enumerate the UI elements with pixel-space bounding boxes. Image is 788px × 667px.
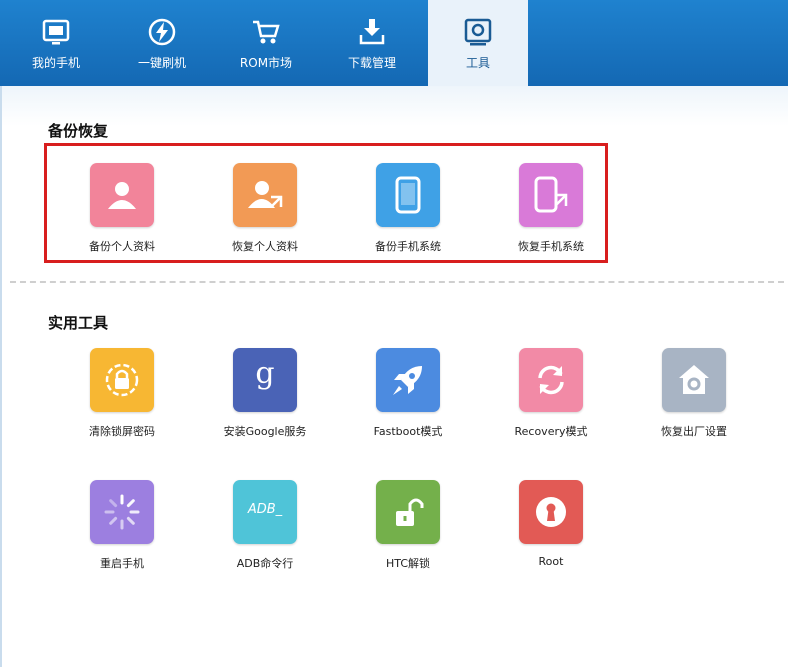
tool-label: 恢复个人资料 [232,240,298,253]
tab-tools[interactable]: 工具 [428,0,528,86]
tool-icon-tile [519,163,583,227]
terminal-adb-icon: ADB_ [247,502,283,517]
flash-icon [148,18,176,46]
tool-label: 恢复手机系统 [518,240,584,253]
window-left-border [0,86,2,667]
tool-icon-tile [376,163,440,227]
tool-label: 安装Google服务 [223,425,307,438]
tool-adb-command-line[interactable]: ADB_ ADB命令行 [195,480,335,590]
tool-icon-tile [90,163,154,227]
tab-rom-market[interactable]: ROM市场 [216,0,316,86]
tool-label: Fastboot模式 [373,425,443,438]
tab-my-phone[interactable]: 我的手机 [6,0,106,86]
phone-icon [395,176,421,214]
tab-label: ROM市场 [239,56,293,70]
tool-icon-tile [233,163,297,227]
section-divider [10,281,784,283]
phone-restore-icon [534,176,568,213]
tool-label: 备份个人资料 [89,240,155,253]
tool-clear-lock-password[interactable]: 清除锁屏密码 [52,348,192,458]
tab-label: 工具 [465,56,490,70]
person-restore-icon [248,181,283,208]
tool-icon-tile [519,348,583,412]
tab-label: 我的手机 [31,56,80,70]
tool-reboot-phone[interactable]: 重启手机 [52,480,192,590]
shopping-cart-icon [253,20,280,44]
tab-label: 一键刷机 [137,56,186,70]
lock-clock-icon [105,363,139,397]
tab-one-click-flash[interactable]: 一键刷机 [112,0,212,86]
tool-icon-tile [90,348,154,412]
google-g-icon: g [255,356,275,391]
toolbox-icon [464,18,492,46]
tool-htc-unlock[interactable]: HTC解锁 [338,480,478,590]
tool-fastboot-mode[interactable]: Fastboot模式 [338,348,478,458]
tool-label: Recovery模式 [514,425,588,438]
tool-factory-reset[interactable]: 恢复出厂设置 [624,348,764,458]
download-icon [359,19,385,45]
tool-restore-phone-system[interactable]: 恢复手机系统 [481,163,621,273]
loading-spinner-icon [104,494,140,530]
tool-label: ADB命令行 [236,557,294,570]
home-gear-icon [679,365,709,394]
refresh-icon [538,365,564,395]
tool-root[interactable]: Root [481,480,621,590]
person-icon [108,182,136,209]
tool-icon-tile [376,348,440,412]
tool-restore-personal-data[interactable]: 恢复个人资料 [195,163,335,273]
tool-backup-phone-system[interactable]: 备份手机系统 [338,163,478,273]
top-nav-bar: 我的手机 一键刷机 ROM市场 下载管理 工具 [0,0,788,86]
section-title-utilities: 实用工具 [48,314,109,332]
tool-icon-tile [90,480,154,544]
tool-icon-tile [519,480,583,544]
tool-icon-tile: ADB_ [233,480,297,544]
tool-icon-tile [376,480,440,544]
tool-label: 清除锁屏密码 [89,425,155,438]
tab-download-manager[interactable]: 下载管理 [322,0,422,86]
tool-label: 备份手机系统 [375,240,441,253]
tool-icon-tile [662,348,726,412]
unlock-icon [396,498,424,526]
keyhole-icon [536,497,566,527]
tool-label: HTC解锁 [385,557,431,570]
tab-label: 下载管理 [347,56,396,70]
tool-backup-personal-data[interactable]: 备份个人资料 [52,163,192,273]
tool-recovery-mode[interactable]: Recovery模式 [481,348,621,458]
tool-install-google-services[interactable]: g 安装Google服务 [195,348,335,458]
section-title-backup: 备份恢复 [48,122,109,140]
rocket-icon [393,366,422,395]
tool-label: 重启手机 [100,557,144,570]
tool-icon-tile: g [233,348,297,412]
phone-monitor-icon [42,19,70,45]
tool-label: 恢复出厂设置 [661,425,727,438]
tool-label: Root [538,555,564,568]
